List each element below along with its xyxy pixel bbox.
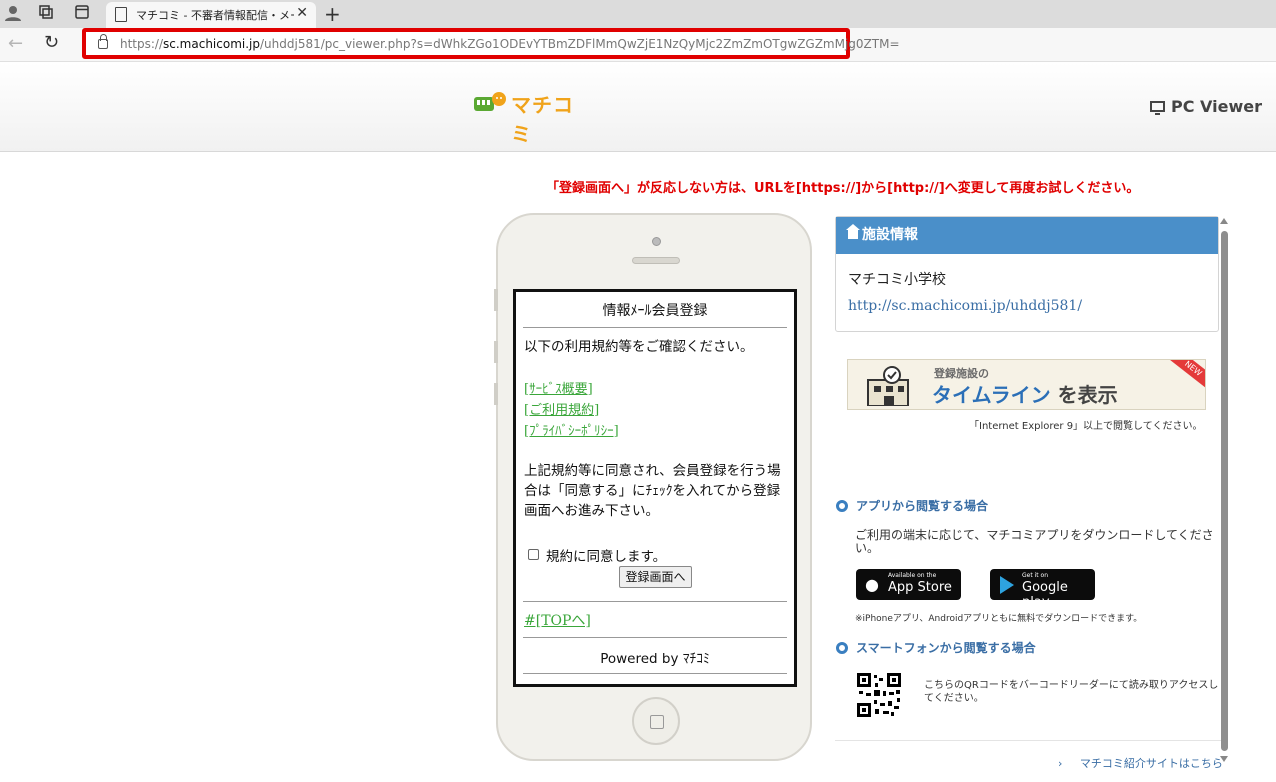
service-overview-link[interactable]: [ｻｰﾋﾞｽ概要]: [524, 378, 593, 397]
profile-icon[interactable]: [3, 4, 23, 24]
intro-text: 以下の利用規約等をご確認ください。: [524, 339, 754, 355]
close-icon[interactable]: ✕: [296, 5, 308, 21]
side-button: [494, 341, 498, 363]
site-header: マチコミ PC Viewer: [0, 63, 1276, 152]
side-button: [494, 383, 498, 405]
speaker-grille: [632, 257, 680, 264]
divider: [523, 637, 787, 638]
pc-viewer-label: PC Viewer: [1150, 97, 1262, 116]
logo-mark-icon: [474, 92, 506, 111]
machicomi-logo[interactable]: マチコミ: [473, 87, 593, 146]
facility-panel: 施設情報 マチコミ小学校 http://sc.machicomi.jp/uhdd…: [835, 216, 1219, 332]
chevron-right-icon: ›: [1058, 757, 1080, 770]
bullet-icon: [836, 642, 848, 654]
google-play-button[interactable]: Get it on Google play: [990, 569, 1095, 610]
agree-checkbox-label[interactable]: 規約に同意します。: [546, 545, 666, 565]
new-tab-button[interactable]: +: [324, 2, 341, 26]
apple-icon: ●: [865, 575, 879, 594]
app-free-note: ※iPhoneアプリ、Androidアプリともに無料でダウンロードできます。: [855, 614, 1143, 624]
facility-header: 施設情報: [836, 217, 1218, 254]
phone-mockup: 情報ﾒｰﾙ会員登録 以下の利用規約等をご確認ください。 [ｻｰﾋﾞｽ概要] [ご…: [494, 213, 812, 761]
app-store-button[interactable]: ● Available on the App Store: [856, 569, 961, 600]
url-text[interactable]: https://sc.machicomi.jp/uhddj581/pc_view…: [120, 37, 900, 51]
agree-instructions: 上記規約等に同意され、会員登録を行う場合は「同意する」にﾁｪｯｸを入れてから登録…: [524, 463, 781, 519]
qr-instructions: こちらのQRコードをバーコードリーダーにて読み取りアクセスしてください。: [924, 680, 1219, 704]
divider: [835, 740, 1221, 741]
tab-active[interactable]: マチコミ - 不審者情報配信・メール連 ✕: [106, 2, 316, 28]
tab-actions-icon[interactable]: [72, 4, 92, 24]
top-link[interactable]: #[TOPへ]: [524, 610, 591, 630]
intro-site-link[interactable]: › マチコミ紹介サイトはこちら: [1058, 755, 1223, 771]
privacy-policy-link[interactable]: [ﾌﾟﾗｲﾊﾞｼｰﾎﾟﾘｼｰ]: [524, 420, 619, 439]
timeline-banner[interactable]: 登録施設の タイムライン を表示 NEW: [847, 359, 1206, 410]
register-button[interactable]: 登録画面へ: [619, 566, 692, 588]
timeline-big-text: タイムライン を表示: [932, 383, 1118, 407]
agree-checkbox[interactable]: [528, 549, 539, 560]
app-section-title: アプリから閲覧する場合: [836, 497, 988, 514]
reload-icon[interactable]: ↻: [44, 32, 59, 53]
scrollbar-thumb[interactable]: [1221, 231, 1228, 751]
scrollbar[interactable]: [1220, 218, 1230, 763]
logo-text: マチコミ: [511, 93, 574, 146]
bullet-icon: [836, 500, 848, 512]
page-icon: [115, 7, 127, 22]
scroll-down-arrow-icon[interactable]: [1220, 756, 1228, 762]
browser-tab-bar: マチコミ - 不審者情報配信・メール連 ✕ +: [0, 0, 1276, 28]
school-url-link[interactable]: http://sc.machicomi.jp/uhddj581/: [848, 298, 1082, 314]
browser-toolbar: ← ↻ https://sc.machicomi.jp/uhddj581/pc_…: [0, 28, 1276, 62]
home-button: [632, 697, 680, 745]
ie-note: 「Internet Explorer 9」以上で閲覧してください。: [969, 421, 1203, 432]
lock-icon[interactable]: [98, 34, 108, 49]
side-button: [494, 289, 498, 311]
home-icon: [846, 224, 860, 239]
notice-text: 「登録画面へ」が反応しない方は、URLを[https://]から[http://…: [546, 181, 1140, 196]
back-arrow-icon[interactable]: ←: [8, 33, 23, 54]
app-section-text: ご利用の端末に応じて、マチコミアプリをダウンロードしてください。: [855, 528, 1214, 555]
monitor-icon: [1150, 101, 1165, 115]
phone-screen: 情報ﾒｰﾙ会員登録 以下の利用規約等をご確認ください。 [ｻｰﾋﾞｽ概要] [ご…: [513, 289, 797, 687]
powered-by: Powered by ﾏﾁｺﾐ: [600, 651, 710, 667]
camera-icon: [652, 237, 661, 246]
scroll-up-arrow-icon[interactable]: [1220, 218, 1228, 224]
screen-title: 情報ﾒｰﾙ会員登録: [602, 303, 708, 319]
divider: [523, 601, 787, 602]
collections-icon[interactable]: [36, 4, 56, 24]
school-name: マチコミ小学校: [848, 272, 946, 288]
terms-link[interactable]: [ご利用規約]: [524, 399, 599, 418]
google-play-icon: [1000, 576, 1014, 594]
qr-code-icon: [857, 673, 901, 717]
tab-title: マチコミ - 不審者情報配信・メール連: [136, 9, 294, 22]
building-icon: [867, 366, 909, 406]
smartphone-section-title: スマートフォンから閲覧する場合: [836, 639, 1036, 656]
new-badge: NEW: [1168, 360, 1205, 391]
address-bar[interactable]: https://sc.machicomi.jp/uhddj581/pc_view…: [82, 28, 900, 59]
divider: [523, 673, 787, 674]
divider: [523, 327, 787, 328]
